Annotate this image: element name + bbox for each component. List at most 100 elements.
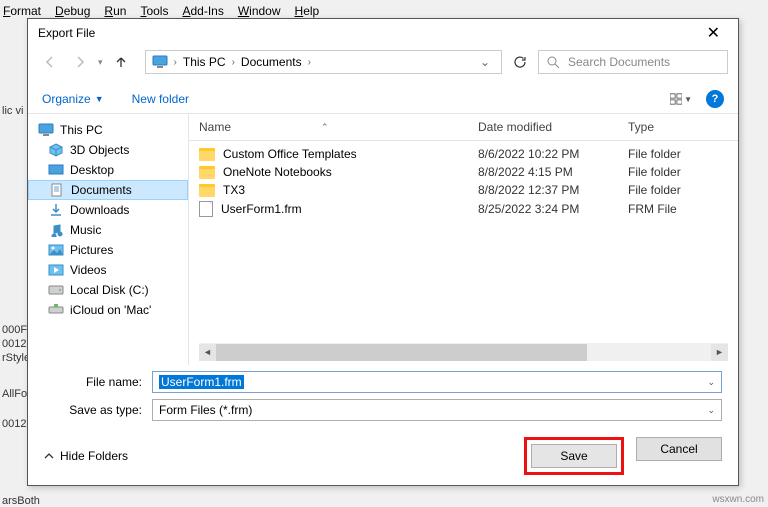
nav-history-dropdown[interactable]: ▾ — [98, 57, 103, 68]
tree-label: Local Disk (C:) — [70, 283, 149, 297]
chevron-right-icon: › — [304, 57, 315, 68]
view-options-button[interactable]: ▼ — [670, 90, 692, 108]
arrow-up-icon — [114, 55, 128, 69]
refresh-icon — [513, 55, 527, 69]
new-folder-button[interactable]: New folder — [132, 92, 189, 106]
videos-icon — [48, 263, 64, 277]
filename-input[interactable]: UserForm1.frm ⌄ — [152, 371, 722, 393]
hide-folders-button[interactable]: Hide Folders — [44, 449, 128, 463]
breadcrumb-documents[interactable]: Documents — [241, 55, 302, 69]
chevron-up-icon — [44, 451, 54, 461]
close-icon[interactable]: ✕ — [699, 23, 728, 43]
search-icon — [547, 56, 560, 69]
scroll-right-icon[interactable]: ► — [711, 344, 728, 361]
folder-icon — [199, 148, 215, 161]
forward-button[interactable] — [68, 50, 92, 74]
bg-text: arsBoth — [2, 495, 40, 507]
refresh-button[interactable] — [508, 50, 532, 74]
tree-documents[interactable]: Documents — [28, 180, 188, 200]
filename-label: File name: — [44, 375, 152, 389]
scroll-left-icon[interactable]: ◄ — [199, 344, 216, 361]
scrollbar-thumb[interactable] — [216, 344, 587, 361]
tree-label: This PC — [60, 123, 103, 137]
column-type[interactable]: Type — [628, 120, 728, 134]
menu-format[interactable]: Format — [3, 4, 41, 18]
download-icon — [48, 203, 64, 217]
menu-debug[interactable]: Debug — [55, 4, 90, 18]
tree-3dobjects[interactable]: 3D Objects — [28, 140, 188, 160]
back-button[interactable] — [38, 50, 62, 74]
save-highlight: Save — [524, 437, 624, 475]
organize-button[interactable]: Organize ▼ — [42, 92, 104, 106]
menu-addins[interactable]: Add-Ins — [182, 4, 223, 18]
tree-localdisk[interactable]: Local Disk (C:) — [28, 280, 188, 300]
nav-row: ▾ › This PC › Documents › ⌄ Search Docum… — [28, 47, 738, 77]
tree-desktop[interactable]: Desktop — [28, 160, 188, 180]
breadcrumb-thispc[interactable]: This PC — [183, 55, 226, 69]
chevron-down-icon[interactable]: ⌄ — [707, 377, 715, 388]
host-menubar: Format Debug Run Tools Add-Ins Window He… — [3, 4, 319, 18]
chevron-right-icon: › — [170, 57, 181, 68]
menu-tools[interactable]: Tools — [140, 4, 168, 18]
list-item[interactable]: OneNote Notebooks 8/8/2022 4:15 PM File … — [189, 163, 738, 181]
column-date[interactable]: Date modified — [478, 120, 628, 134]
breadcrumb-dropdown[interactable]: ⌄ — [475, 55, 495, 69]
bg-text: lic vi — [2, 105, 23, 117]
breadcrumb[interactable]: › This PC › Documents › ⌄ — [145, 50, 502, 74]
tree-icloud[interactable]: iCloud on 'Mac' — [28, 300, 188, 320]
chevron-down-icon[interactable]: ⌄ — [707, 405, 715, 416]
tree-label: Desktop — [70, 163, 114, 177]
saveastype-label: Save as type: — [44, 403, 152, 417]
desktop-icon — [48, 163, 64, 177]
arrow-right-icon — [73, 55, 87, 69]
up-button[interactable] — [109, 50, 133, 74]
nav-tree: This PC 3D Objects Desktop Documents Dow… — [28, 114, 188, 365]
tree-label: Downloads — [70, 203, 129, 217]
saveastype-value: Form Files (*.frm) — [159, 403, 252, 417]
search-placeholder: Search Documents — [568, 55, 670, 69]
horizontal-scrollbar[interactable]: ◄ ► — [199, 343, 728, 361]
tree-thispc[interactable]: This PC — [28, 120, 188, 140]
list-item[interactable]: Custom Office Templates 8/6/2022 10:22 P… — [189, 145, 738, 163]
sort-caret-icon: ⌃ — [321, 122, 329, 133]
tree-downloads[interactable]: Downloads — [28, 200, 188, 220]
titlebar: Export File ✕ — [28, 19, 738, 47]
chevron-right-icon: › — [228, 57, 239, 68]
watermark: wsxwn.com — [712, 494, 764, 505]
folder-icon — [199, 184, 215, 197]
bg-text: rStyle — [2, 352, 30, 364]
saveastype-select[interactable]: Form Files (*.frm) ⌄ — [152, 399, 722, 421]
help-icon[interactable]: ? — [706, 90, 724, 108]
file-icon — [199, 201, 213, 217]
menu-run[interactable]: Run — [104, 4, 126, 18]
music-icon — [48, 223, 64, 237]
column-headers: Name⌃ Date modified Type — [189, 114, 738, 141]
export-file-dialog: Export File ✕ ▾ › This PC › Documents › … — [27, 18, 739, 486]
tree-label: Music — [70, 223, 101, 237]
cancel-button[interactable]: Cancel — [636, 437, 722, 461]
save-button[interactable]: Save — [531, 444, 617, 468]
pictures-icon — [48, 243, 64, 257]
monitor-icon — [152, 55, 168, 69]
search-input[interactable]: Search Documents — [538, 50, 728, 74]
monitor-icon — [38, 123, 54, 137]
dialog-actions: Hide Folders Save Cancel — [28, 427, 738, 485]
cube-icon — [48, 143, 64, 157]
tree-label: Pictures — [70, 243, 113, 257]
tree-pictures[interactable]: Pictures — [28, 240, 188, 260]
column-name[interactable]: Name⌃ — [199, 120, 478, 134]
list-item[interactable]: UserForm1.frm 8/25/2022 3:24 PM FRM File — [189, 199, 738, 219]
arrow-left-icon — [43, 55, 57, 69]
documents-icon — [49, 183, 65, 197]
menu-help[interactable]: Help — [295, 4, 320, 18]
view-icon — [670, 93, 682, 105]
toolbar: Organize ▼ New folder ▼ ? — [28, 85, 738, 113]
tree-videos[interactable]: Videos — [28, 260, 188, 280]
bottom-fields: File name: UserForm1.frm ⌄ Save as type:… — [28, 365, 738, 427]
folder-icon — [199, 166, 215, 179]
tree-label: Videos — [70, 263, 106, 277]
list-item[interactable]: TX3 8/8/2022 12:37 PM File folder — [189, 181, 738, 199]
menu-window[interactable]: Window — [238, 4, 281, 18]
tree-music[interactable]: Music — [28, 220, 188, 240]
tree-label: Documents — [71, 183, 132, 197]
